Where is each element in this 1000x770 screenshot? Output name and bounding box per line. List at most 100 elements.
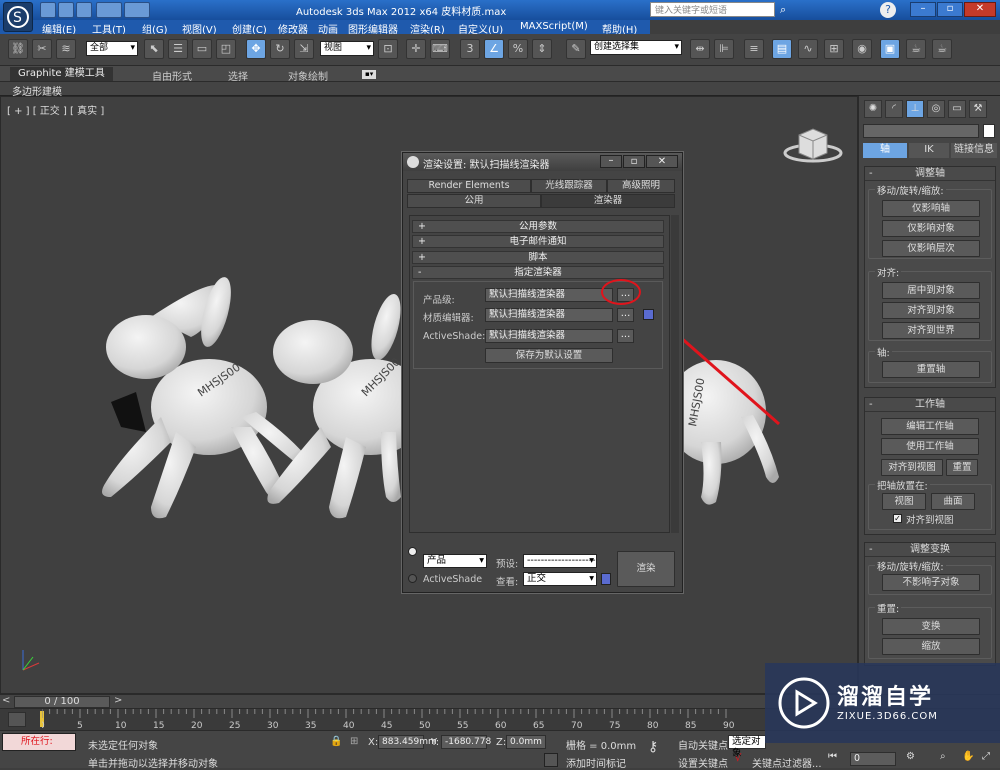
window-crossing-icon[interactable]: ◰ <box>216 39 236 59</box>
search-input[interactable]: 键入关键字或短语 <box>650 2 775 17</box>
reset-transform-button[interactable]: 变换 <box>882 618 980 635</box>
select-scale-icon[interactable]: ⇲ <box>294 39 314 59</box>
working-pivot-reset-button[interactable]: 重置 <box>946 459 978 476</box>
ribbon-options-icon[interactable]: ▪▾ <box>362 70 377 79</box>
align-to-object-button[interactable]: 对齐到对象 <box>882 302 980 319</box>
pivot-center-icon[interactable]: ⊡ <box>378 39 398 59</box>
rect-selection-icon[interactable]: ▭ <box>192 39 212 59</box>
place-pivot-surface-button[interactable]: 曲面 <box>931 493 975 510</box>
new-file-icon[interactable] <box>40 2 56 18</box>
tab-render-elements[interactable]: Render Elements <box>407 179 531 193</box>
open-file-icon[interactable] <box>58 2 74 18</box>
dialog-scrollbar[interactable] <box>671 215 679 533</box>
viewcube-icon[interactable] <box>783 128 843 163</box>
tab-ik[interactable]: IK <box>909 143 949 158</box>
percent-snap-icon[interactable]: % <box>508 39 528 59</box>
reset-scale-button[interactable]: 缩放 <box>882 638 980 655</box>
angle-snap-icon[interactable]: ∠ <box>484 39 504 59</box>
lock-selection-icon[interactable]: 🔒 <box>330 736 342 747</box>
layer-manager-icon[interactable]: ≡ <box>744 39 764 59</box>
reset-pivot-button[interactable]: 重置轴 <box>882 361 980 378</box>
z-coord-field[interactable]: 0.0mm <box>506 735 546 749</box>
center-to-object-button[interactable]: 居中到对象 <box>882 282 980 299</box>
rollout-assign-renderer[interactable]: - 指定渲染器 <box>412 266 664 279</box>
key-filter-icon[interactable]: √ <box>735 753 741 764</box>
affect-object-only-button[interactable]: 仅影响对象 <box>882 220 980 237</box>
time-config-icon[interactable]: ⚙ <box>906 751 915 762</box>
preset-dropdown[interactable]: -------------------- <box>523 554 597 568</box>
key-mode-dropdown[interactable]: 选定对象 <box>728 735 766 759</box>
mirror-icon[interactable]: ⇹ <box>690 39 710 59</box>
working-pivot-header[interactable]: 工作轴 <box>865 398 995 412</box>
material-editor-choose-button[interactable]: ... <box>617 308 634 322</box>
auto-key-label[interactable]: 自动关键点 <box>678 737 728 752</box>
dialog-title-bar[interactable]: 渲染设置: 默认扫描线渲染器 – ▫ ✕ <box>403 153 682 171</box>
spinner-snap-icon[interactable]: ⇕ <box>532 39 552 59</box>
time-prev-icon[interactable]: < <box>2 695 10 706</box>
tab-link-info[interactable]: 链接信息 <box>951 143 997 158</box>
time-next-icon[interactable]: > <box>114 695 122 706</box>
render-production-icon[interactable]: ☕ <box>932 39 952 59</box>
utilities-tab-icon[interactable]: ⚒ <box>969 100 987 118</box>
activeshade-choose-button[interactable]: ... <box>617 329 634 343</box>
unlink-icon[interactable]: ✂ <box>32 39 52 59</box>
maxscript-listener[interactable]: 所在行: <box>2 733 76 751</box>
ribbon-tab-selection[interactable]: 选择 <box>228 68 248 83</box>
schematic-view-icon[interactable]: ⊞ <box>824 39 844 59</box>
dialog-minimize-button[interactable]: – <box>600 155 622 168</box>
snaps-toggle-icon[interactable]: 3 <box>460 39 480 59</box>
object-color-swatch[interactable] <box>983 124 995 138</box>
dialog-close-button[interactable]: ✕ <box>646 155 678 168</box>
menu-maxscript[interactable]: MAXScript(M) <box>520 21 588 32</box>
tab-common[interactable]: 公用 <box>407 194 541 208</box>
align-to-view-checkbox[interactable]: ✓ <box>893 514 902 523</box>
named-selection-dropdown[interactable]: 创建选择集 <box>590 40 682 55</box>
mode-dropdown[interactable]: 产品 <box>423 554 487 568</box>
ribbon-tab-freeform[interactable]: 自由形式 <box>152 68 192 83</box>
tab-raytracer[interactable]: 光线跟踪器 <box>531 179 607 193</box>
save-as-default-button[interactable]: 保存为默认设置 <box>485 348 613 363</box>
tab-advanced-lighting[interactable]: 高级照明 <box>607 179 675 193</box>
modify-tab-icon[interactable]: ◜ <box>885 100 903 118</box>
time-tag-icon[interactable] <box>544 753 558 767</box>
undo-icon[interactable] <box>96 2 122 18</box>
absolute-mode-icon[interactable]: ⊞ <box>350 736 358 747</box>
rollout-common-params[interactable]: + 公用参数 <box>412 220 664 233</box>
place-pivot-view-button[interactable]: 视图 <box>882 493 926 510</box>
goto-start-icon[interactable]: ⏮ <box>828 751 837 762</box>
restore-button[interactable]: ▫ <box>937 2 963 17</box>
key-icon[interactable]: ⚷ <box>648 739 658 755</box>
object-name-field[interactable] <box>863 124 979 138</box>
affect-pivot-only-button[interactable]: 仅影响轴 <box>882 200 980 217</box>
mini-curve-editor-icon[interactable] <box>8 712 26 727</box>
bind-spacewarp-icon[interactable]: ≋ <box>56 39 76 59</box>
curve-editor-icon[interactable]: ∿ <box>798 39 818 59</box>
minimize-button[interactable]: – <box>910 2 936 17</box>
redo-icon[interactable] <box>124 2 150 18</box>
maximize-viewport-icon[interactable]: ⤢ <box>982 751 990 762</box>
select-move-icon[interactable]: ✥ <box>246 39 266 59</box>
ribbon-tab-graphite[interactable]: Graphite 建模工具 <box>10 67 113 81</box>
x-coord-field[interactable]: 883.459mm <box>378 735 437 749</box>
dont-affect-children-button[interactable]: 不影响子对象 <box>882 574 980 591</box>
adjust-pivot-header[interactable]: 调整轴 <box>865 167 995 181</box>
viewport-label[interactable]: [ + ] [ 正交 ] [ 真实 ] <box>7 102 104 117</box>
tab-pivot[interactable]: 轴 <box>863 143 907 158</box>
time-slider-thumb[interactable]: 0 / 100 <box>14 696 110 708</box>
lock-icon[interactable] <box>643 309 654 320</box>
graphite-toggle-icon[interactable]: ▤ <box>772 39 792 59</box>
activeshade-radio[interactable] <box>408 574 417 583</box>
align-icon[interactable]: ⊫ <box>714 39 734 59</box>
rollout-email-notify[interactable]: + 电子邮件通知 <box>412 235 664 248</box>
search-icon[interactable]: ⌕ <box>780 3 794 17</box>
select-rotate-icon[interactable]: ↻ <box>270 39 290 59</box>
affect-hierarchy-only-button[interactable]: 仅影响层次 <box>882 240 980 257</box>
align-to-view-button[interactable]: 对齐到视图 <box>881 459 943 476</box>
hierarchy-tab-icon[interactable]: ⊥ <box>906 100 924 118</box>
use-working-pivot-button[interactable]: 使用工作轴 <box>881 438 979 455</box>
display-tab-icon[interactable]: ▭ <box>948 100 966 118</box>
create-tab-icon[interactable]: ✺ <box>864 100 882 118</box>
edit-working-pivot-button[interactable]: 编辑工作轴 <box>881 418 979 435</box>
select-by-name-icon[interactable]: ☰ <box>168 39 188 59</box>
select-object-icon[interactable]: ⬉ <box>144 39 164 59</box>
